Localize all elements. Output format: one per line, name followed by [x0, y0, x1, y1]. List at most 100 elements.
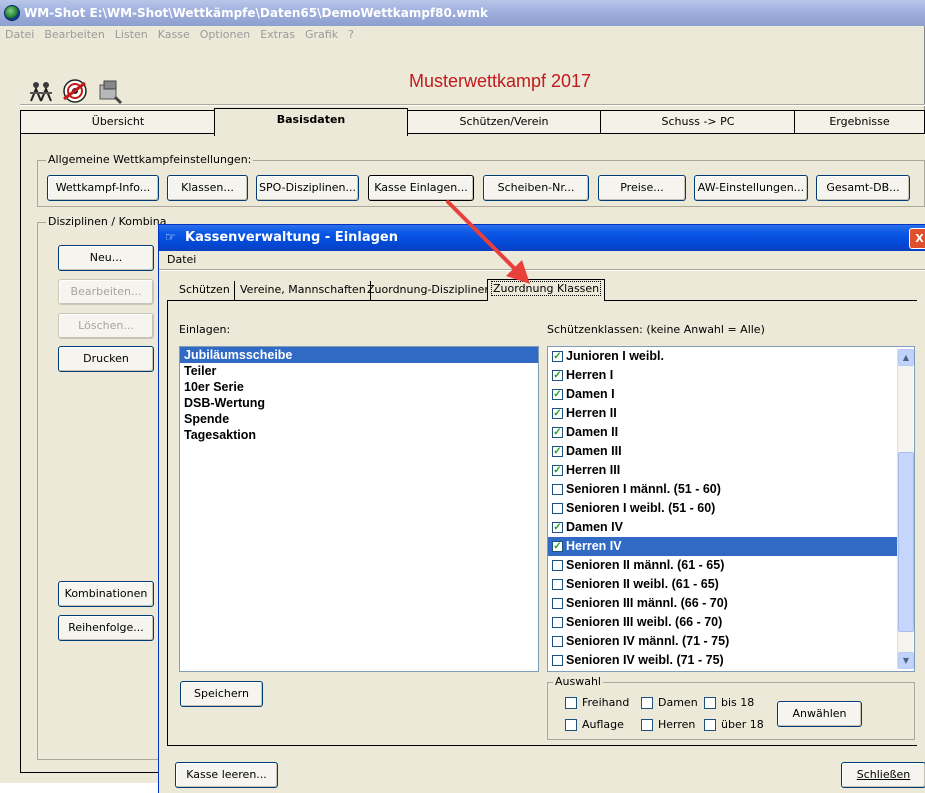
tab-schuetzen-verein[interactable]: Schützen/Verein	[406, 110, 602, 134]
klasse-row[interactable]: ✓ Damen II	[548, 423, 914, 442]
checkbox-box[interactable]	[641, 697, 653, 709]
klasse-row[interactable]: Senioren II männl. (61 - 65)	[548, 556, 914, 575]
bis-18-checkbox[interactable]: bis 18	[704, 696, 754, 710]
einlage-item[interactable]: Tagesaktion	[180, 427, 538, 443]
herren-checkbox[interactable]: Herren	[641, 718, 695, 732]
checkbox-unchecked-icon[interactable]	[552, 484, 563, 495]
drucken-button[interactable]: Drucken	[58, 346, 154, 372]
klasse-row[interactable]: ✓ Damen III	[548, 442, 914, 461]
checkbox-checked-icon[interactable]: ✓	[552, 427, 563, 438]
bearbeiten-button[interactable]: Bearbeiten...	[58, 279, 154, 305]
klasse-row[interactable]: ✓ Damen I	[548, 385, 914, 404]
checkbox-unchecked-icon[interactable]	[552, 560, 563, 571]
tab-vereine-mannschaften[interactable]: Vereine, Mannschaften	[236, 281, 371, 301]
tab-zuordnung-klassen[interactable]: Zuordnung Klassen	[487, 279, 606, 301]
scroll-down-icon[interactable]: ▼	[898, 652, 914, 669]
scroll-thumb[interactable]	[898, 452, 914, 632]
speichern-button[interactable]: Speichern	[180, 681, 263, 707]
einlage-item[interactable]: Teiler	[180, 363, 538, 379]
schliessen-button[interactable]: Schließen	[841, 762, 925, 788]
checkbox-box[interactable]	[641, 719, 653, 731]
aw-einstellungen-button[interactable]: AW-Einstellungen...	[694, 175, 808, 201]
klasse-row[interactable]: ✓ Junioren I weibl.	[548, 347, 914, 366]
klasse-row[interactable]: ✓ Damen IV	[548, 518, 914, 537]
klasse-row[interactable]: ✓ Herren I	[548, 366, 914, 385]
klasse-row[interactable]: Senioren II weibl. (61 - 65)	[548, 575, 914, 594]
target-icon[interactable]	[60, 76, 88, 104]
tools-icon[interactable]	[94, 76, 123, 105]
einlage-item[interactable]: Spende	[180, 411, 538, 427]
checkbox-checked-icon[interactable]: ✓	[552, 446, 563, 457]
checkbox-box[interactable]	[704, 697, 716, 709]
menu-help[interactable]: ?	[343, 26, 359, 44]
checkbox-unchecked-icon[interactable]	[552, 598, 563, 609]
loeschen-button[interactable]: Löschen...	[58, 313, 154, 339]
checkbox-unchecked-icon[interactable]	[552, 579, 563, 590]
klasse-row[interactable]: ✓ Herren II	[548, 404, 914, 423]
klasse-row[interactable]: Senioren IV weibl. (71 - 75)	[548, 651, 914, 670]
ueber-18-checkbox[interactable]: über 18	[704, 718, 764, 732]
einlagen-listbox[interactable]: Jubiläumsscheibe Teiler 10er Serie DSB-W…	[179, 346, 539, 672]
spo-disziplinen-button[interactable]: SPO-Disziplinen...	[256, 175, 359, 201]
klasse-row[interactable]: Senioren III weibl. (66 - 70)	[548, 613, 914, 632]
menu-kasse[interactable]: Kasse	[153, 26, 195, 44]
tab-schuetzen[interactable]: Schützen	[175, 281, 235, 301]
einlage-item[interactable]: Jubiläumsscheibe	[180, 347, 538, 363]
menu-extras[interactable]: Extras	[255, 26, 300, 44]
gesamt-db-button[interactable]: Gesamt-DB...	[816, 175, 910, 201]
neu-button[interactable]: Neu...	[58, 245, 154, 271]
menu-listen[interactable]: Listen	[110, 26, 153, 44]
einlage-item[interactable]: 10er Serie	[180, 379, 538, 395]
klasse-label: Herren II	[566, 406, 617, 420]
kombinationen-button[interactable]: Kombinationen	[58, 581, 154, 607]
checkbox-box[interactable]	[565, 719, 577, 731]
wettkampf-info-button[interactable]: Wettkampf-Info...	[47, 175, 159, 201]
checkbox-unchecked-icon[interactable]	[552, 617, 563, 628]
checkbox-checked-icon[interactable]: ✓	[552, 389, 563, 400]
checkbox-checked-icon[interactable]: ✓	[552, 522, 563, 533]
kasse-leeren-button[interactable]: Kasse leeren...	[175, 762, 278, 788]
klasse-row[interactable]: ✓ Herren III	[548, 461, 914, 480]
auflage-checkbox[interactable]: Auflage	[565, 718, 624, 732]
checkbox-checked-icon[interactable]: ✓	[552, 408, 563, 419]
checkbox-unchecked-icon[interactable]	[552, 655, 563, 666]
tab-uebersicht[interactable]: Übersicht	[20, 110, 216, 134]
freihand-checkbox[interactable]: Freihand	[565, 696, 629, 710]
reihenfolge-button[interactable]: Reihenfolge...	[58, 615, 154, 641]
damen-checkbox[interactable]: Damen	[641, 696, 698, 710]
scroll-up-icon[interactable]: ▲	[898, 349, 914, 366]
checkbox-checked-icon[interactable]: ✓	[552, 370, 563, 381]
klassen-scrollbar[interactable]: ▲ ▼	[897, 349, 914, 669]
tab-ergebnisse[interactable]: Ergebnisse	[794, 110, 925, 134]
checkbox-checked-icon[interactable]: ✓	[552, 541, 563, 552]
preise-button[interactable]: Preise...	[598, 175, 686, 201]
menu-datei[interactable]: Datei	[0, 26, 39, 44]
checkbox-box[interactable]	[565, 697, 577, 709]
kasse-einlagen-button[interactable]: Kasse Einlagen...	[368, 175, 474, 201]
schuetzenklassen-checklist[interactable]: ✓ Junioren I weibl. ✓ Herren I ✓ Damen I ✓ Herr…	[547, 346, 915, 672]
checkbox-checked-icon[interactable]: ✓	[552, 465, 563, 476]
shooters-icon[interactable]	[26, 76, 54, 104]
menu-grafik[interactable]: Grafik	[300, 26, 343, 44]
checkbox-checked-icon[interactable]: ✓	[552, 351, 563, 362]
menu-bearbeiten[interactable]: Bearbeiten	[39, 26, 109, 44]
checkbox-unchecked-icon[interactable]	[552, 636, 563, 647]
klassen-button[interactable]: Klassen...	[167, 175, 248, 201]
klasse-row[interactable]: ✓ Herren IV	[548, 537, 914, 556]
dialog-menu-datei[interactable]: Datei	[167, 253, 196, 266]
anwaehlen-button[interactable]: Anwählen	[777, 701, 862, 727]
klasse-row[interactable]: Senioren IV männl. (71 - 75)	[548, 632, 914, 651]
klasse-row[interactable]: Senioren I männl. (51 - 60)	[548, 480, 914, 499]
close-icon[interactable]: X	[909, 228, 925, 249]
tab-zuordnung-disziplinen[interactable]: Zuordnung-Disziplinen	[363, 281, 497, 301]
scheiben-nr-button[interactable]: Scheiben-Nr...	[483, 175, 589, 201]
einlage-item[interactable]: DSB-Wertung	[180, 395, 538, 411]
checkbox-box[interactable]	[704, 719, 716, 731]
menu-optionen[interactable]: Optionen	[195, 26, 255, 44]
klasse-row[interactable]: Senioren III männl. (66 - 70)	[548, 594, 914, 613]
klasse-row[interactable]: Senioren I weibl. (51 - 60)	[548, 499, 914, 518]
checkbox-unchecked-icon[interactable]	[552, 503, 563, 514]
tab-schuss-pc[interactable]: Schuss -> PC	[600, 110, 796, 134]
tab-basisdaten[interactable]: Basisdaten	[214, 108, 408, 136]
main-title-bar: WM-Shot E:\WM-Shot\Wettkämpfe\Daten65\De…	[0, 0, 925, 26]
